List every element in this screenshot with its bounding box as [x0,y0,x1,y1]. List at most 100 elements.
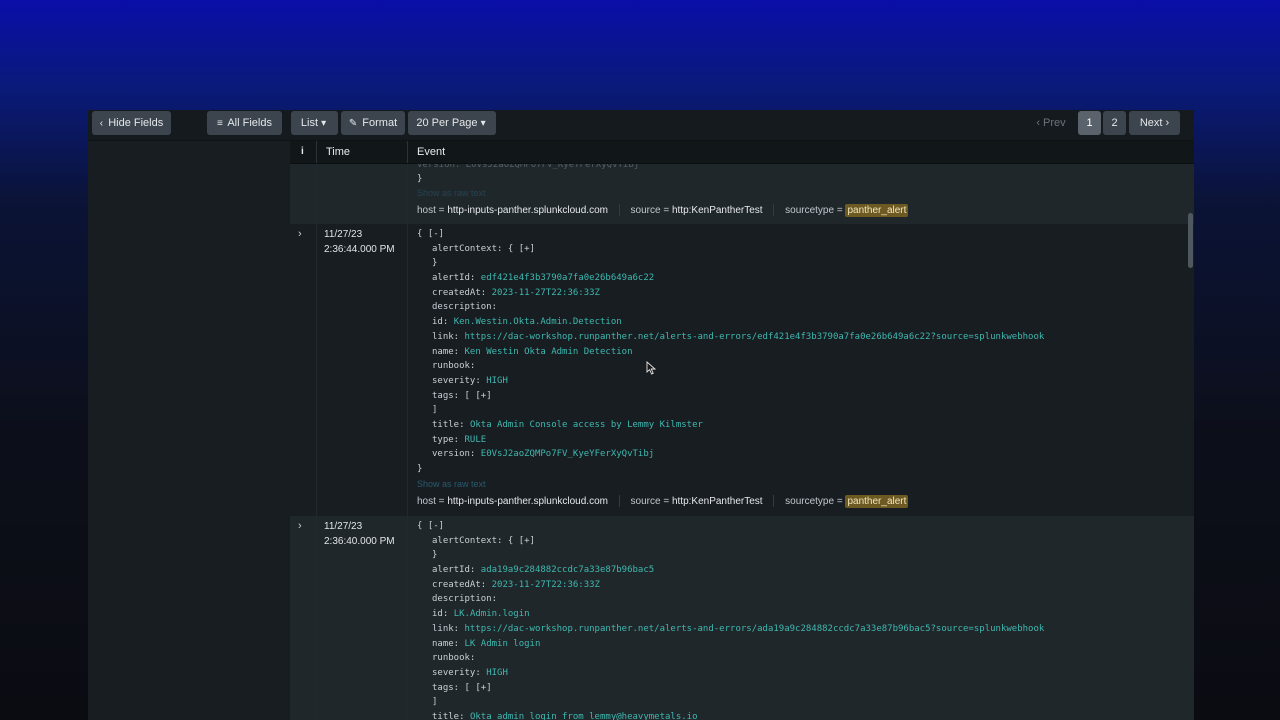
field-value[interactable]: RULE [465,435,487,445]
alert-context-toggle[interactable]: alertContext: { [+] [432,242,535,256]
field-value[interactable]: 2023-11-27T22:36:33Z [492,580,600,590]
event-field-line: description: [432,592,497,606]
event-field-line: alertId: edf421e4f3b3790a7fa0e26b649a6c2… [432,271,654,285]
field-value[interactable]: Ken.Westin.Okta.Admin.Detection [454,317,622,327]
field-key: tags: [432,390,460,401]
divider [773,204,775,217]
event-timestamp[interactable]: 11/27/23 2:36:40.000 PM [324,519,395,549]
pencil-icon: ✎ [348,118,358,129]
alert-context-toggle[interactable]: alertContext: { [+] [432,534,535,548]
field-key: ] [432,697,438,708]
field-key: title: [432,712,465,720]
search-results-panel: ‹ Hide Fields ≡ All Fields List ▾ ✎ Form… [88,110,1194,720]
page-1-button[interactable]: 1 [1078,111,1101,135]
field-key: alertId: [432,273,476,283]
event-metadata: host = http-inputs-panther.splunkcloud.c… [417,204,909,217]
event-field-line: runbook: [432,359,475,373]
field-value[interactable]: HIGH [486,668,508,678]
per-page-dropdown[interactable]: 20 Per Page ▾ [408,111,496,135]
event-field-line: version: E0VsJ2aoZQMPo7FV_KyeYFerXyQvTib… [432,447,654,461]
show-raw-text-link[interactable]: Show as raw text [417,477,486,491]
results-scrollbar[interactable] [1188,213,1193,268]
expand-event-chevron-icon[interactable]: › [298,228,302,240]
column-divider [316,163,317,720]
hide-fields-button[interactable]: ‹ Hide Fields [92,111,171,135]
table-row [290,516,1194,720]
field-key: id: [432,317,449,328]
event-timestamp[interactable]: 11/27/23 2:36:44.000 PM [324,227,395,257]
event-field-line: id: LK.Admin.login [432,607,530,621]
event-field-line: runbook: [432,651,475,665]
field-key: name: [432,638,460,649]
field-value[interactable]: ada19a9c284882ccdc7a33e87b96bac5 [481,565,654,575]
field-key: type: [432,434,460,445]
divider [618,495,620,508]
collapse-json-toggle[interactable]: { [-] [417,519,444,533]
source-value[interactable]: http:KenPantherTest [672,496,763,507]
field-key: description: [432,594,498,605]
field-value[interactable]: [ [+] [465,683,492,693]
event-field-line: severity: HIGH [432,374,508,388]
caret-down-icon: ▾ [321,118,327,129]
event-field-line: tags: [ [+] [432,681,492,695]
field-key: name: [432,346,460,357]
host-value[interactable]: http-inputs-panther.splunkcloud.com [447,496,608,507]
field-value[interactable]: https://dac-workshop.runpanther.net/aler… [465,332,1045,342]
prev-page-button[interactable]: ‹ Prev [1031,111,1071,135]
field-key: severity: [432,375,481,386]
event-field-line: severity: HIGH [432,666,508,680]
show-raw-text-link[interactable]: Show as raw text [417,186,486,200]
next-page-button[interactable]: Next › [1129,111,1180,135]
field-value[interactable]: Okta Admin Console access by Lemmy Kilms… [470,420,703,430]
source-value[interactable]: http:KenPantherTest [672,205,763,216]
format-button[interactable]: ✎ Format [341,111,405,135]
event-field-line: ] [432,403,437,417]
event-metadata: host = http-inputs-panther.splunkcloud.c… [417,495,909,508]
expand-event-chevron-icon[interactable]: › [298,520,302,532]
field-value[interactable]: HIGH [486,376,508,386]
event-field-line: ] [432,695,437,709]
events-table: i Time Event version: E0VsJ2aoZQMPo7FV_K… [290,141,1194,720]
field-value[interactable]: https://dac-workshop.runpanther.net/aler… [465,624,1045,634]
field-value[interactable]: Okta admin login from lemmy@heavymetals.… [470,712,698,720]
field-key: description: [432,302,498,313]
field-value[interactable]: E0VsJ2aoZQMPo7FV_KyeYFerXyQvTibj [481,449,654,459]
event-line: } [432,258,438,268]
all-fields-button[interactable]: ≡ All Fields [207,111,282,135]
column-divider [407,163,408,720]
collapse-json-toggle[interactable]: { [-] [417,227,444,241]
event-field-line: description: [432,300,497,314]
event-field-line: title: Okta admin login from lemmy@heavy… [432,710,698,720]
field-key: severity: [432,667,481,678]
divider [618,204,620,217]
field-key: createdAt: [432,287,487,298]
list-view-dropdown[interactable]: List ▾ [291,111,338,135]
mouse-cursor-icon [646,361,657,375]
field-value[interactable]: Ken Westin Okta Admin Detection [465,347,633,357]
sourcetype-value[interactable]: panther_alert [845,495,909,508]
event-column-header[interactable]: Event [407,141,1194,163]
field-key: link: [432,623,460,634]
field-value[interactable]: LK.Admin.login [454,609,530,619]
sourcetype-value[interactable]: panther_alert [845,204,909,217]
field-value[interactable]: LK Admin login [465,639,541,649]
host-value[interactable]: http-inputs-panther.splunkcloud.com [447,205,608,216]
event-field-line: createdAt: 2023-11-27T22:36:33Z [432,286,600,300]
time-column-header[interactable]: Time [316,141,416,163]
field-key: createdAt: [432,579,487,590]
field-key: link: [432,331,460,342]
field-value[interactable]: 2023-11-27T22:36:33Z [492,288,600,298]
event-field-line: alertId: ada19a9c284882ccdc7a33e87b96bac… [432,563,654,577]
field-key: id: [432,609,449,620]
divider [773,495,775,508]
field-value[interactable]: [ [+] [465,391,492,401]
chevron-right-icon: › [1165,117,1170,129]
event-field-line: id: Ken.Westin.Okta.Admin.Detection [432,315,622,329]
list-icon: ≡ [217,118,223,129]
fields-sidebar [88,141,288,720]
field-value[interactable]: edf421e4f3b3790a7fa0e26b649a6c22 [481,273,654,283]
page-2-button[interactable]: 2 [1103,111,1126,135]
event-field-line: name: Ken Westin Okta Admin Detection [432,345,633,359]
info-column-header: i [301,146,304,157]
chevron-left-icon: ‹ [1036,117,1040,129]
